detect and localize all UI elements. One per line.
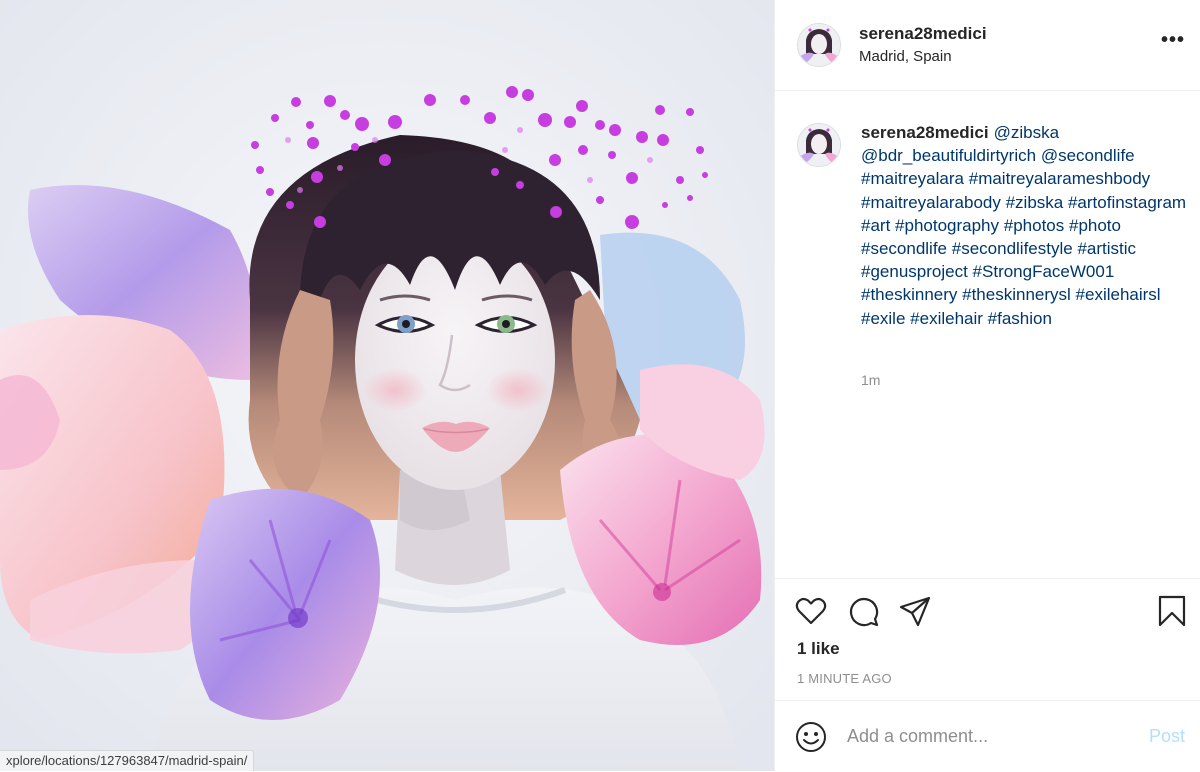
emoji-icon[interactable] xyxy=(795,721,827,758)
caption-area: serena28medici @zibska @bdr_beautifuldirt… xyxy=(775,91,1200,578)
hashtag-link[interactable]: #artofinstagram xyxy=(1068,193,1186,212)
heart-icon[interactable] xyxy=(795,595,827,632)
caption-text: serena28medici @zibska @bdr_beautifuldirt… xyxy=(861,121,1191,330)
caption-username[interactable]: serena28medici xyxy=(861,123,989,142)
hashtag-link[interactable]: #secondlifestyle xyxy=(952,239,1073,258)
browser-status-url: xplore/locations/127963847/madrid-spain/ xyxy=(0,750,255,771)
hashtag-link[interactable]: #zibska xyxy=(1006,193,1064,212)
hashtag-link[interactable]: #maitreyalarabody xyxy=(861,193,1001,212)
post-image[interactable]: xplore/locations/127963847/madrid-spain/ xyxy=(0,0,774,771)
comment-icon[interactable] xyxy=(847,595,879,632)
post-comment-button[interactable]: Post xyxy=(1149,726,1185,747)
mention-link[interactable]: @secondlife xyxy=(1041,146,1135,165)
comment-bar: Post xyxy=(775,700,1200,772)
post-sidebar: serena28medici Madrid, Spain ••• serena2… xyxy=(774,0,1200,771)
post-username[interactable]: serena28medici xyxy=(859,24,987,44)
hashtag-link[interactable]: #theskinnery xyxy=(861,285,957,304)
like-count[interactable]: 1 like xyxy=(797,639,840,659)
hashtag-link[interactable]: #theskinnerysl xyxy=(962,285,1071,304)
caption-time[interactable]: 1m xyxy=(861,372,880,388)
hashtag-link[interactable]: #fashion xyxy=(988,309,1052,328)
post-timestamp[interactable]: 1 MINUTE AGO xyxy=(797,671,892,686)
hashtag-link[interactable]: #art xyxy=(861,216,890,235)
post-header: serena28medici Madrid, Spain ••• xyxy=(775,0,1200,91)
hashtag-link[interactable]: #genusproject xyxy=(861,262,968,281)
hashtag-link[interactable]: #artistic xyxy=(1077,239,1136,258)
mention-link[interactable]: @zibska xyxy=(994,123,1059,142)
hashtag-link[interactable]: #photo xyxy=(1069,216,1121,235)
hashtag-link[interactable]: #exilehairsl xyxy=(1076,285,1161,304)
hashtag-link[interactable]: #photography xyxy=(895,216,999,235)
post-image-art xyxy=(0,0,774,771)
bookmark-icon[interactable] xyxy=(1157,595,1187,632)
mention-link[interactable]: @bdr_beautifuldirtyrich xyxy=(861,146,1036,165)
hashtag-link[interactable]: #maitreyalarameshbody xyxy=(969,169,1150,188)
hashtag-link[interactable]: #secondlife xyxy=(861,239,947,258)
post-location[interactable]: Madrid, Spain xyxy=(859,48,952,65)
action-bar: 1 like 1 MINUTE AGO xyxy=(775,578,1200,701)
hashtag-link[interactable]: #StrongFaceW001 xyxy=(973,262,1115,281)
avatar[interactable] xyxy=(797,23,841,67)
hashtag-link[interactable]: #exile xyxy=(861,309,905,328)
more-options-icon[interactable]: ••• xyxy=(1161,30,1185,50)
comment-input[interactable] xyxy=(847,723,1127,749)
hashtag-link[interactable]: #photos xyxy=(1004,216,1065,235)
caption-avatar[interactable] xyxy=(797,123,841,167)
hashtag-link[interactable]: #maitreyalara xyxy=(861,169,964,188)
hashtag-link[interactable]: #exilehair xyxy=(910,309,983,328)
share-icon[interactable] xyxy=(899,595,931,632)
